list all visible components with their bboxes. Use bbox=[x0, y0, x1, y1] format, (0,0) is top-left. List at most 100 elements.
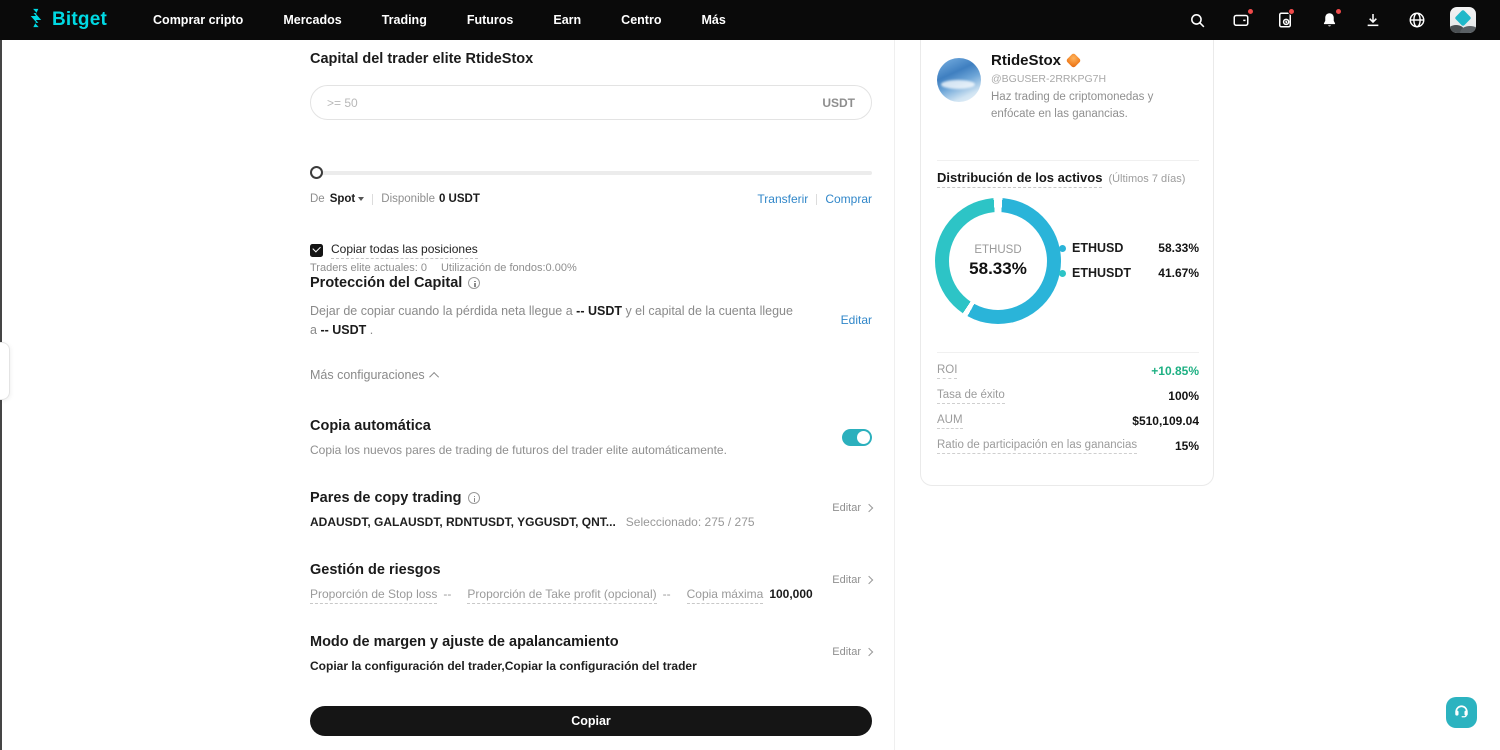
margin-edit-label: Editar bbox=[832, 646, 861, 658]
protection-description: Dejar de copiar cuando la pérdida neta l… bbox=[310, 302, 798, 339]
aum-label: AUM bbox=[937, 414, 963, 429]
divider bbox=[372, 193, 374, 205]
orders-icon[interactable] bbox=[1274, 8, 1296, 31]
bitget-logo-text: Bitget bbox=[52, 9, 108, 30]
protection-title-text: Protección del Capital bbox=[310, 275, 463, 291]
copy-submit-button[interactable]: Copiar bbox=[310, 706, 872, 736]
bitget-logo[interactable]: Bitget bbox=[26, 8, 107, 33]
chart-legend: ETHUSD 58.33% ETHUSDT 41.67% bbox=[1059, 241, 1199, 291]
trader-name: RtideStox bbox=[991, 52, 1082, 69]
user-avatar[interactable] bbox=[1450, 7, 1476, 33]
support-chat-button[interactable] bbox=[1446, 697, 1477, 728]
protection-text-3: . bbox=[366, 322, 374, 337]
traders-info-row: Traders elite actuales: 0 Utilización de… bbox=[310, 262, 577, 274]
risk-edit-label: Editar bbox=[832, 574, 861, 586]
account-capital-value: -- USDT bbox=[320, 322, 367, 337]
legend-label-ethusdt: ETHUSDT bbox=[1072, 266, 1132, 280]
source-row: De Spot Disponible 0 USDT Transferir Com… bbox=[310, 192, 872, 206]
roi-label: ROI bbox=[937, 364, 958, 379]
page: Bitget Comprar cripto Mercados Trading F… bbox=[0, 0, 1500, 750]
chevron-down-icon bbox=[358, 197, 365, 201]
risk-edit-button[interactable]: Editar bbox=[832, 574, 874, 586]
max-copy-value: 100,000 bbox=[769, 587, 813, 601]
legend-value-ethusd: 58.33% bbox=[1158, 241, 1199, 255]
stop-loss-value: -- bbox=[443, 587, 452, 601]
capital-slider[interactable] bbox=[310, 165, 872, 179]
copy-all-positions-label: Copiar todas las posiciones bbox=[331, 242, 478, 259]
auto-copy-toggle[interactable] bbox=[842, 429, 872, 446]
protection-text-1: Dejar de copiar cuando la pérdida neta l… bbox=[310, 304, 577, 318]
pairs-edit-button[interactable]: Editar bbox=[832, 502, 874, 514]
toggle-knob bbox=[857, 431, 870, 444]
funds-utilization: Utilización de fondos:0.00% bbox=[440, 262, 577, 274]
risk-management-title: Gestión de riesgos bbox=[310, 562, 441, 578]
copy-pairs-title: Pares de copy trading bbox=[310, 490, 480, 506]
pairs-list: ADAUSDT, GALAUSDT, RDNTUSDT, YGGUSDT, QN… bbox=[310, 515, 616, 529]
from-label: De bbox=[310, 193, 325, 205]
capital-amount-box: USDT bbox=[310, 85, 872, 120]
stat-row-roi: ROI +10.85% bbox=[937, 364, 1199, 379]
chevron-up-icon bbox=[428, 371, 439, 382]
net-loss-value: -- USDT bbox=[576, 304, 622, 318]
nav-item-mercados[interactable]: Mercados bbox=[283, 13, 341, 27]
legend-dot-ethusd bbox=[1059, 244, 1066, 252]
asset-donut: ETHUSD 58.33% bbox=[935, 198, 1061, 324]
stat-row-win-rate: Tasa de éxito 100% bbox=[937, 389, 1199, 404]
roi-value: +10.85% bbox=[1151, 364, 1199, 378]
capital-protection-title: Protección del Capital bbox=[310, 275, 481, 291]
amount-unit-label: USDT bbox=[822, 95, 855, 110]
nav-menu: Comprar cripto Mercados Trading Futuros … bbox=[153, 13, 726, 27]
copy-pairs-title-text: Pares de copy trading bbox=[310, 490, 462, 506]
info-icon[interactable] bbox=[468, 277, 481, 289]
copy-all-positions-checkbox-row[interactable]: Copiar todas las posiciones bbox=[310, 242, 478, 259]
bell-icon[interactable] bbox=[1318, 8, 1342, 31]
stat-row-aum: AUM $510,109.04 bbox=[937, 414, 1199, 429]
stat-row-profit-share: Ratio de participación en las ganancias … bbox=[937, 439, 1199, 454]
globe-icon[interactable] bbox=[1406, 9, 1428, 31]
card-divider bbox=[937, 160, 1199, 161]
capital-slider-handle[interactable] bbox=[310, 165, 323, 179]
nav-item-earn[interactable]: Earn bbox=[553, 13, 581, 27]
more-settings-toggle[interactable]: Más configuraciones bbox=[310, 368, 439, 382]
nav-item-futuros[interactable]: Futuros bbox=[467, 13, 514, 27]
pairs-selected-count: Seleccionado: 275 / 275 bbox=[625, 515, 755, 529]
drawer-handle-tab[interactable] bbox=[0, 342, 10, 400]
download-icon[interactable] bbox=[1362, 9, 1384, 31]
protection-edit-link[interactable]: Editar bbox=[841, 313, 872, 327]
checkbox-checked-icon[interactable] bbox=[310, 244, 323, 257]
nav-item-trading[interactable]: Trading bbox=[382, 13, 427, 27]
nav-item-comprar-cripto[interactable]: Comprar cripto bbox=[153, 13, 243, 27]
elite-traders-count: Traders elite actuales: 0 bbox=[310, 262, 427, 274]
orders-badge bbox=[1288, 8, 1295, 15]
wallet-icon[interactable] bbox=[1230, 8, 1254, 31]
buy-link[interactable]: Comprar bbox=[825, 192, 872, 206]
capital-amount-input[interactable] bbox=[327, 95, 823, 110]
avatar-diamond bbox=[1454, 9, 1472, 27]
donut-center: ETHUSD 58.33% bbox=[949, 212, 1047, 310]
take-profit-value: -- bbox=[662, 587, 671, 601]
legend-item: ETHUSD 58.33% bbox=[1059, 241, 1199, 255]
nav-item-centro[interactable]: Centro bbox=[621, 13, 661, 27]
margin-mode-title: Modo de margen y ajuste de apalancamient… bbox=[310, 634, 619, 650]
chevron-right-icon bbox=[864, 575, 874, 585]
legend-item: ETHUSDT 41.67% bbox=[1059, 266, 1199, 280]
from-account-dropdown[interactable]: Spot bbox=[330, 193, 365, 205]
pairs-edit-label: Editar bbox=[832, 502, 861, 514]
stop-loss-label: Proporción de Stop loss bbox=[310, 587, 438, 604]
max-copy-label: Copia máxima bbox=[686, 587, 764, 604]
aum-value: $510,109.04 bbox=[1132, 414, 1199, 428]
margin-edit-button[interactable]: Editar bbox=[832, 646, 874, 658]
transfer-link[interactable]: Transferir bbox=[757, 192, 808, 206]
capital-section-title: Capital del trader elite RtideStox bbox=[310, 51, 533, 67]
wallet-badge bbox=[1247, 8, 1254, 15]
info-icon[interactable] bbox=[467, 492, 480, 504]
trader-handle: @BGUSER-2RRKPG7H bbox=[991, 73, 1107, 85]
chevron-right-icon bbox=[864, 647, 874, 657]
search-icon[interactable] bbox=[1186, 9, 1208, 31]
win-rate-label: Tasa de éxito bbox=[937, 389, 1005, 404]
win-rate-value: 100% bbox=[1168, 389, 1199, 403]
asset-distribution-title: Distribución de los activos bbox=[937, 170, 1103, 188]
nav-item-mas[interactable]: Más bbox=[701, 13, 725, 27]
risk-summary-row: Proporción de Stop loss -- Proporción de… bbox=[310, 587, 813, 604]
content-divider bbox=[894, 40, 895, 750]
